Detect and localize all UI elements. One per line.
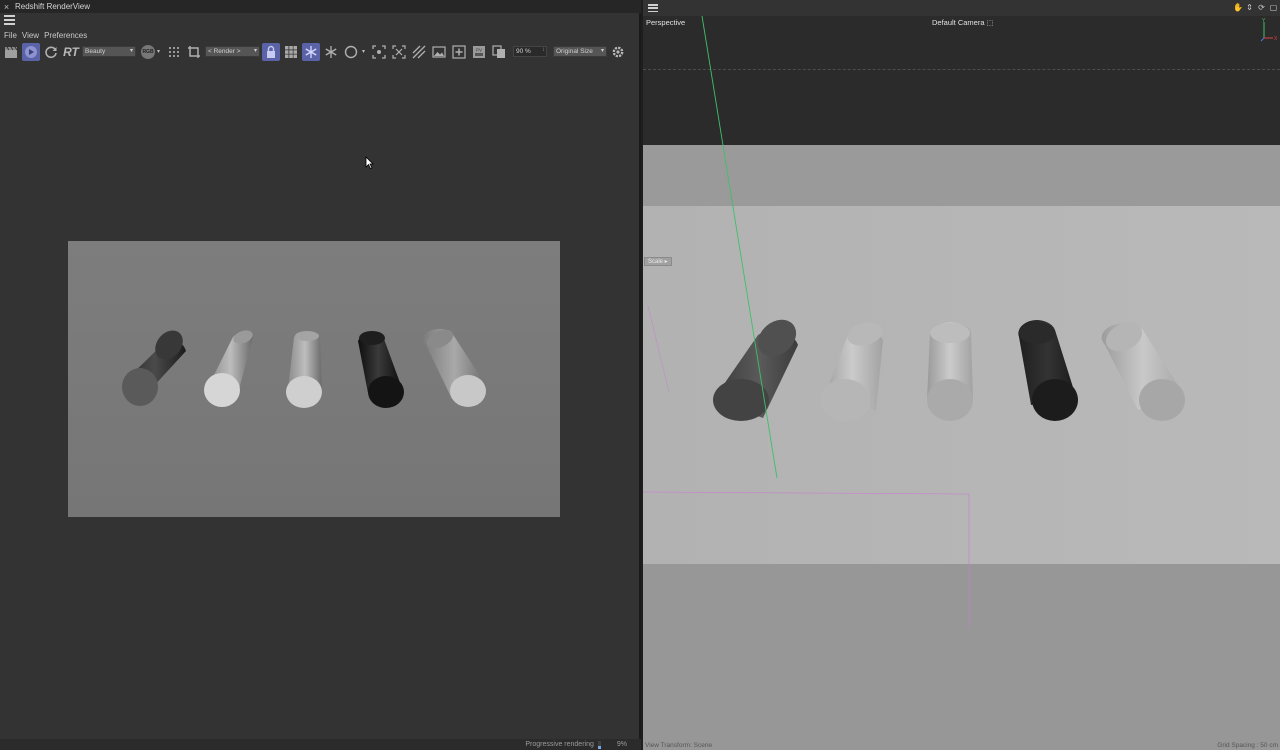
vp-cylinder-4[interactable]: [1018, 320, 1078, 421]
diagonal-lines-icon[interactable]: [410, 43, 428, 61]
render-scene-svg: [122, 328, 486, 408]
renderview-window: × Redshift RenderView File View Preferen…: [0, 0, 641, 750]
rt-toggle[interactable]: RT: [62, 45, 80, 59]
snowflake-active-icon[interactable]: [302, 42, 320, 61]
close-icon[interactable]: ×: [0, 2, 13, 12]
cylinder-2: [204, 330, 253, 407]
progressive-rendering-label: Progressive rendering: [525, 741, 594, 748]
render-preview-image[interactable]: [68, 241, 560, 517]
clapperboard-icon[interactable]: [2, 43, 20, 61]
expand-icon[interactable]: [390, 43, 408, 61]
rgb-channel-button[interactable]: RGB: [141, 43, 155, 61]
render-progress-bar: [597, 740, 601, 749]
hamburger-menu-icon[interactable]: [4, 15, 15, 25]
menu-file[interactable]: File: [4, 31, 17, 40]
circle-shape-icon[interactable]: [342, 43, 360, 61]
render-select[interactable]: < Render >: [205, 46, 260, 57]
menu-bar: File View Preferences: [4, 31, 87, 40]
refresh-icon[interactable]: [42, 43, 60, 61]
menu-view[interactable]: View: [22, 31, 39, 40]
zoom-field[interactable]: 90 %: [513, 46, 547, 57]
cylinder-4: [358, 331, 404, 408]
focus-frame-icon[interactable]: [370, 43, 388, 61]
viewport-panel[interactable]: ✋ ⇕ ⟳ ▢ Perspective Default Camera ⬚ Y X: [643, 0, 1280, 750]
vp-cylinder-3[interactable]: [927, 322, 973, 421]
aov-select[interactable]: Beauty: [82, 46, 136, 57]
image-icon[interactable]: [430, 43, 448, 61]
cylinder-3: [286, 331, 322, 408]
vp-cylinder-1[interactable]: [713, 312, 803, 421]
settings-gear-icon[interactable]: [609, 43, 627, 61]
pv-snapshot-icon[interactable]: PV: [470, 43, 488, 61]
rgb-caret-icon[interactable]: ▾: [157, 48, 163, 55]
tile-grid-icon[interactable]: [282, 43, 300, 61]
window-title: Redshift RenderView: [15, 2, 91, 11]
cylinder-5: [422, 328, 486, 407]
menu-preferences[interactable]: Preferences: [44, 31, 87, 40]
size-select[interactable]: Original Size: [553, 46, 607, 57]
vp-cylinder-5[interactable]: [1101, 317, 1185, 421]
vp-cylinder-2[interactable]: [820, 319, 885, 421]
snowflake-icon[interactable]: [322, 43, 340, 61]
grid-spacing-label: Grid Spacing : 50 cm: [1217, 742, 1278, 749]
circle-caret-icon[interactable]: ▾: [362, 48, 368, 55]
crop-icon[interactable]: [185, 43, 203, 61]
render-progress-percent: 9%: [616, 741, 627, 748]
lock-icon[interactable]: [262, 42, 280, 61]
renderview-toolbar: RT Beauty RGB ▾ < Render > ▾: [2, 42, 640, 61]
grid-dots-icon[interactable]: [165, 43, 183, 61]
selection-outline-left: [647, 305, 670, 393]
render-progress-fill: [597, 746, 601, 749]
rgb-label: RGB: [141, 44, 155, 59]
renderview-titlebar: × Redshift RenderView: [0, 0, 641, 13]
mouse-cursor-icon: [365, 156, 374, 170]
selection-outline: [643, 491, 970, 630]
cylinder-1: [122, 330, 186, 406]
view-transform-label: View Transform: Scene: [645, 742, 713, 749]
svg-text:PV: PV: [476, 47, 482, 52]
add-snapshot-icon[interactable]: [450, 43, 468, 61]
start-render-icon[interactable]: [22, 42, 40, 61]
viewport-scene-svg: [643, 15, 1185, 630]
renderview-statusbar: Progressive rendering 9%: [0, 739, 641, 750]
copy-icon[interactable]: [490, 43, 508, 61]
scale-tool-chip[interactable]: Scale ▸: [644, 257, 672, 266]
